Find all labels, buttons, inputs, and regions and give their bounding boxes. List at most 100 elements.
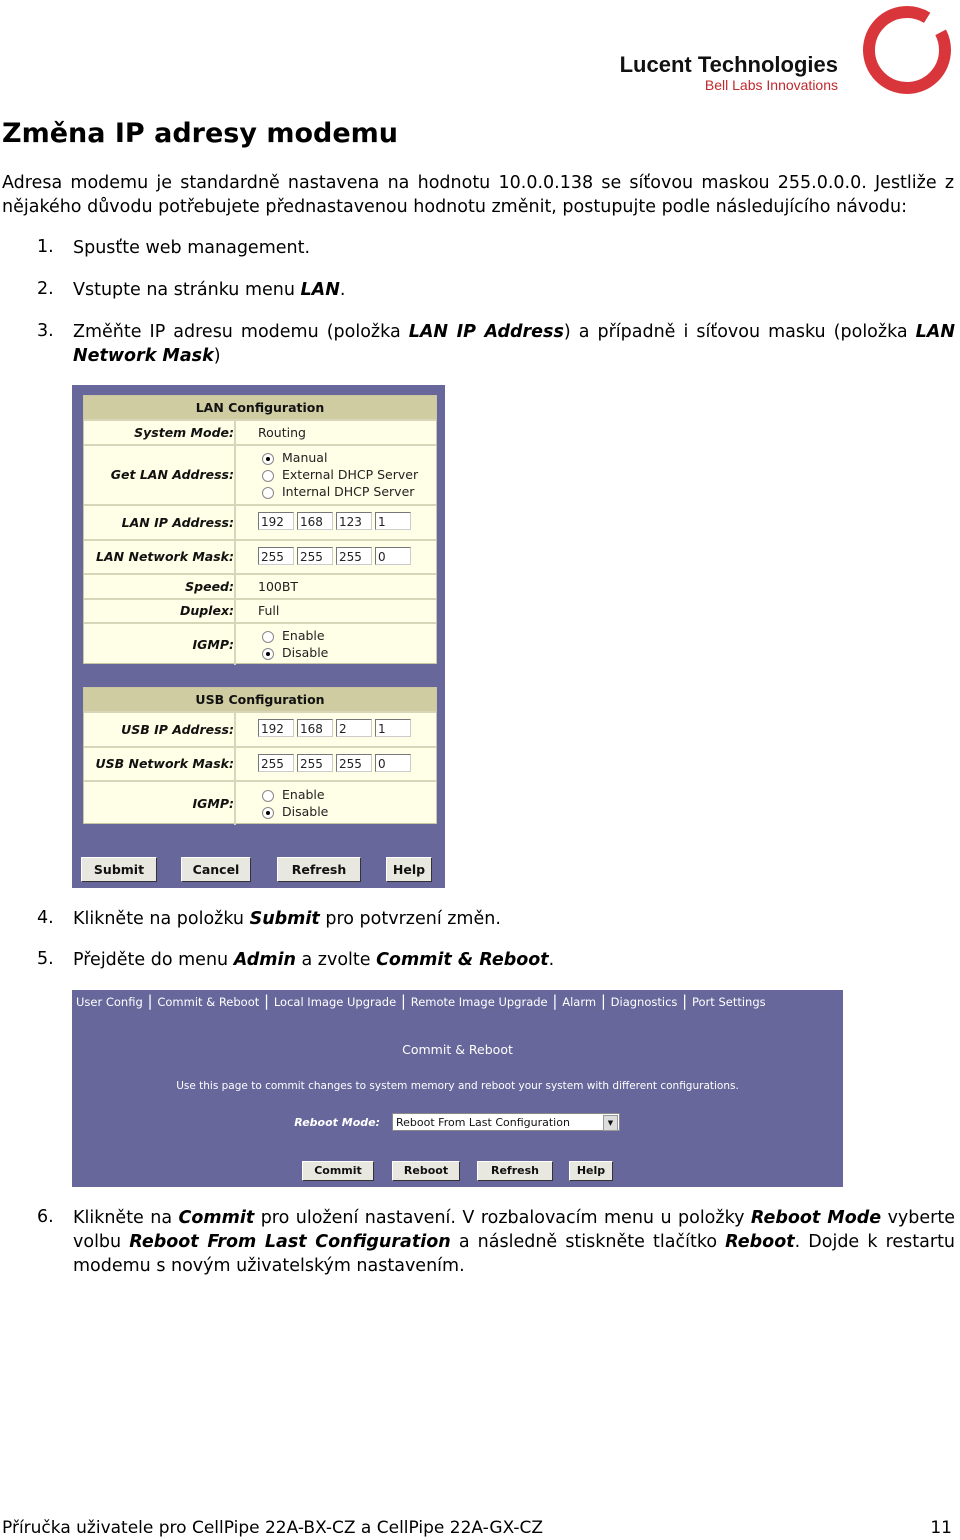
octet-input[interactable]: 192 <box>258 719 294 737</box>
usb-mask-fields: 255 255 255 0 <box>258 754 414 772</box>
admin-tab[interactable]: Remote Image Upgrade <box>411 995 548 1009</box>
octet-input[interactable]: 168 <box>297 512 333 530</box>
lan-ip-row: LAN IP Address: 192 168 123 1 <box>84 504 436 539</box>
radio-option[interactable]: Enable <box>262 627 328 644</box>
system-mode-value: Routing <box>258 425 306 440</box>
octet-input[interactable]: 0 <box>375 547 411 565</box>
step-number: 4. <box>37 908 54 928</box>
step-number: 2. <box>37 279 54 299</box>
admin-tab[interactable]: User Config <box>76 995 143 1009</box>
emphasis: Reboot Mode <box>750 1208 882 1228</box>
admin-tab[interactable]: Local Image Upgrade <box>274 995 396 1009</box>
system-mode-row: System Mode: Routing <box>84 419 436 444</box>
step-number: 6. <box>37 1207 54 1227</box>
text: Vstupte na stránku menu <box>73 280 301 300</box>
refresh-button[interactable]: Refresh <box>277 857 361 882</box>
admin-tab[interactable]: Commit & Reboot <box>157 995 259 1009</box>
radio-button-icon[interactable] <box>262 630 274 643</box>
admin-tabs: User Config | Commit & Reboot | Local Im… <box>76 992 766 1010</box>
duplex-value: Full <box>258 603 280 618</box>
octet-input[interactable]: 255 <box>297 754 333 772</box>
octet-input[interactable]: 168 <box>297 719 333 737</box>
get-lan-address-row: Get LAN Address: Manual External DHCP Ser… <box>84 444 436 504</box>
octet-input[interactable]: 1 <box>375 512 411 530</box>
radio-label: Internal DHCP Server <box>282 484 415 499</box>
usb-config-table: USB Configuration USB IP Address: 192 168 2… <box>83 687 437 825</box>
radio-label: External DHCP Server <box>282 467 419 482</box>
octet-input[interactable]: 2 <box>336 719 372 737</box>
lan-ip-fields: 192 168 123 1 <box>258 512 414 530</box>
text: a zvolte <box>295 950 377 970</box>
admin-tab[interactable]: Diagnostics <box>611 995 678 1009</box>
label: USB Network Mask: <box>84 748 236 780</box>
tab-separator: | <box>677 992 692 1010</box>
text: a následně stiskněte tlačítko <box>450 1232 726 1252</box>
radio-option[interactable]: Enable <box>262 786 328 803</box>
text: ) a případně i síťovou masku (položka <box>563 322 916 342</box>
step-number: 1. <box>37 237 54 257</box>
text: Přejděte do menu <box>73 950 234 970</box>
emphasis: LAN <box>300 280 340 300</box>
label: IGMP: <box>84 782 236 825</box>
radio-button-icon[interactable] <box>262 469 274 482</box>
lan-mask-fields: 255 255 255 0 <box>258 547 414 565</box>
label: Speed: <box>84 575 236 598</box>
octet-input[interactable]: 255 <box>336 547 372 565</box>
admin-tab[interactable]: Port Settings <box>692 995 766 1009</box>
octet-input[interactable]: 255 <box>258 547 294 565</box>
octet-input[interactable]: 255 <box>297 547 333 565</box>
reboot-mode-value: Reboot From Last Configuration <box>396 1116 570 1129</box>
usb-ip-fields: 192 168 2 1 <box>258 719 414 737</box>
commit-button[interactable]: Commit <box>302 1161 374 1181</box>
tab-separator: | <box>396 992 411 1010</box>
radio-button-icon[interactable] <box>262 486 274 499</box>
chevron-down-icon[interactable]: ▼ <box>603 1115 618 1131</box>
usb-config-header: USB Configuration <box>84 688 436 711</box>
document-page: Lucent Technologies Bell Labs Innovation… <box>0 0 960 1540</box>
octet-input[interactable]: 255 <box>258 754 294 772</box>
step-number: 5. <box>37 949 54 969</box>
radio-option[interactable]: Manual <box>262 449 418 466</box>
radio-button-icon[interactable] <box>262 806 274 819</box>
emphasis: LAN IP Address <box>408 322 564 342</box>
help-button[interactable]: Help <box>569 1161 613 1181</box>
lan-config-screenshot: LAN Configuration System Mode: Routing Ge… <box>72 385 445 888</box>
radio-button-icon[interactable] <box>262 647 274 660</box>
radio-option[interactable]: External DHCP Server <box>262 466 418 483</box>
usb-igmp-radio-group: Enable Disable <box>262 786 328 820</box>
radio-button-icon[interactable] <box>262 452 274 465</box>
reboot-button[interactable]: Reboot <box>392 1161 460 1181</box>
admin-tab[interactable]: Alarm <box>562 995 596 1009</box>
octet-input[interactable]: 1 <box>375 719 411 737</box>
emphasis: Commit & Reboot <box>376 950 549 970</box>
emphasis: Commit <box>178 1208 255 1228</box>
cancel-button[interactable]: Cancel <box>181 857 251 882</box>
octet-input[interactable]: 255 <box>336 754 372 772</box>
radio-option[interactable]: Internal DHCP Server <box>262 483 418 500</box>
reboot-mode-select[interactable]: Reboot From Last Configuration ▼ <box>392 1113 620 1131</box>
radio-option[interactable]: Disable <box>262 644 328 661</box>
radio-button-icon[interactable] <box>262 789 274 802</box>
lan-igmp-row: IGMP: Enable Disable <box>84 622 436 665</box>
step-number: 3. <box>37 321 54 341</box>
radio-option[interactable]: Disable <box>262 803 328 820</box>
refresh-button[interactable]: Refresh <box>477 1161 553 1181</box>
logo-title: Lucent Technologies <box>619 52 838 77</box>
text: Spusťte web management. <box>73 238 311 258</box>
text: Změňte IP adresu modemu (položka <box>73 322 409 342</box>
octet-input[interactable]: 192 <box>258 512 294 530</box>
emphasis: Submit <box>249 909 320 929</box>
lan-config-header: LAN Configuration <box>84 396 436 419</box>
usb-mask-row: USB Network Mask: 255 255 255 0 <box>84 746 436 780</box>
radio-label: Manual <box>282 450 328 465</box>
submit-button[interactable]: Submit <box>81 857 157 882</box>
tab-separator: | <box>259 992 274 1010</box>
get-lan-radio-group: Manual External DHCP Server Internal DHCP … <box>262 449 418 500</box>
help-button[interactable]: Help <box>386 857 432 882</box>
text: Klikněte na <box>73 1208 179 1228</box>
octet-input[interactable]: 123 <box>336 512 372 530</box>
octet-input[interactable]: 0 <box>375 754 411 772</box>
intro-paragraph: Adresa modemu je standardně nastavena na… <box>2 173 954 217</box>
emphasis: Reboot <box>725 1232 795 1252</box>
step-text: Klikněte na Commit pro uložení nastavení… <box>73 1206 955 1278</box>
